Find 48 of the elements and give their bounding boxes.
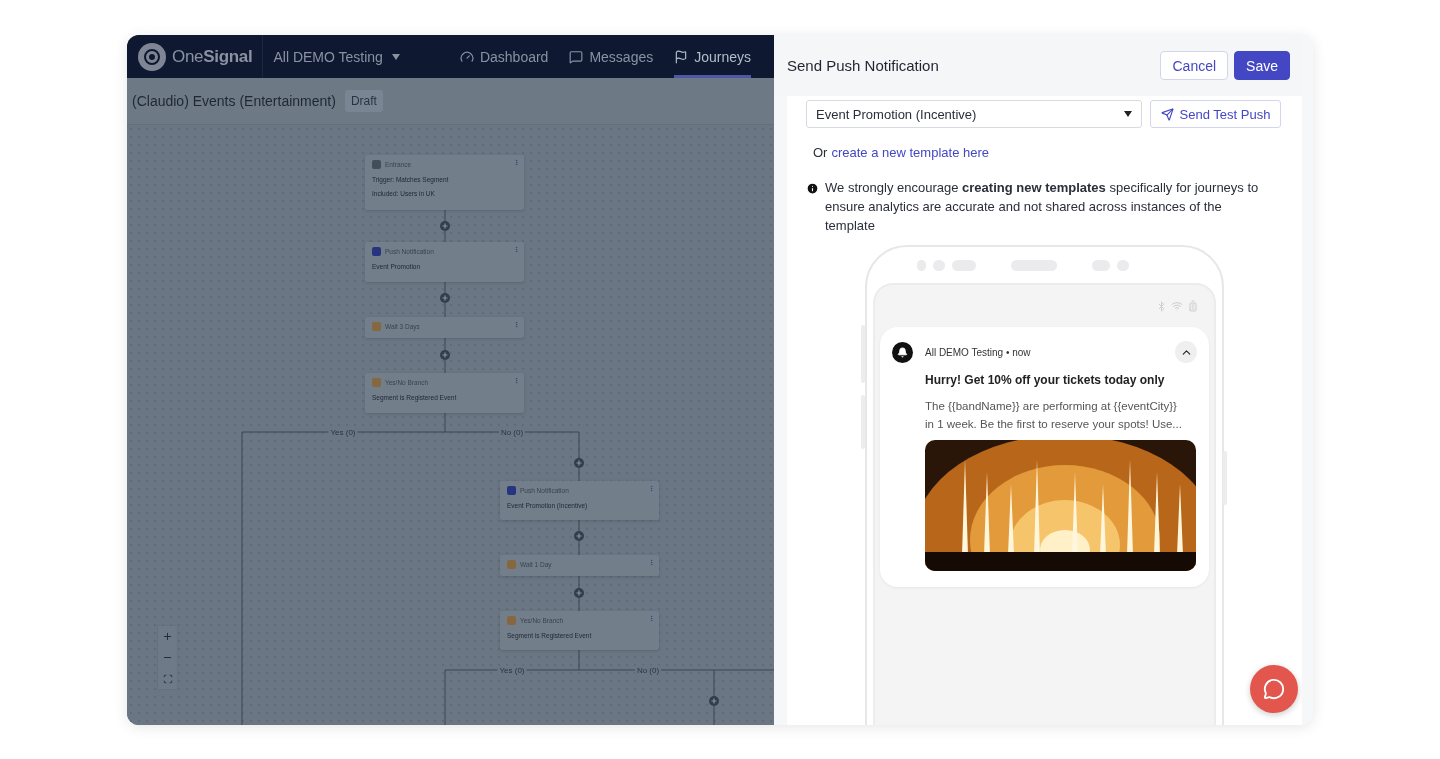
create-template-link[interactable]: create a new template here	[831, 145, 989, 160]
notification-app: All DEMO Testing • now	[925, 346, 1032, 358]
chat-icon	[1263, 678, 1285, 700]
notification-body: The {{bandName}} are performing at {{eventCity}} in 1 week. Be the first to reserve your spots! Use...	[925, 399, 1183, 432]
logo-text: OneSignal	[172, 46, 253, 67]
gauge-icon	[459, 49, 474, 64]
journey-title: (Claudio) Events (Entertainment)	[132, 93, 336, 109]
wifi-icon	[1171, 300, 1183, 312]
app-selector[interactable]: All DEMO Testing	[273, 48, 400, 65]
chat-button[interactable]	[1250, 665, 1298, 713]
template-select[interactable]: Event Promotion (Incentive)	[806, 100, 1142, 128]
cancel-button[interactable]: Cancel	[1160, 51, 1229, 80]
paper-plane-icon	[1160, 107, 1174, 121]
step-icon	[372, 322, 381, 331]
send-test-button[interactable]: Send Test Push	[1150, 100, 1281, 128]
step-icon	[372, 160, 381, 169]
add-step-icon[interactable]	[574, 588, 584, 598]
panel-title: Send Push Notification	[787, 57, 940, 74]
fit-view-icon	[162, 673, 173, 684]
add-step-icon[interactable]	[574, 531, 584, 541]
bell-glyph-icon	[897, 346, 908, 358]
step-icon	[372, 247, 381, 256]
step-icon	[507, 486, 516, 495]
status-badge: Draft	[344, 90, 383, 112]
add-step-icon[interactable]	[709, 696, 719, 706]
step-icon	[507, 560, 516, 569]
save-button[interactable]: Save	[1234, 51, 1290, 80]
message-icon	[569, 49, 584, 64]
step-icon	[507, 616, 516, 625]
link-prefix: Or	[813, 145, 828, 160]
notification-title: Hurry! Get 10% off your tickets today only	[925, 373, 1166, 387]
caret-icon	[391, 53, 400, 60]
nav-tab[interactable]: Dashboard	[459, 35, 549, 78]
collapse-button[interactable]	[1175, 341, 1197, 363]
add-step-icon[interactable]	[574, 458, 584, 468]
caret-icon	[1124, 111, 1132, 117]
add-step-icon[interactable]	[440, 221, 450, 231]
info-icon	[806, 182, 819, 195]
nav-tab[interactable]: Messages	[569, 35, 654, 78]
info-text: We strongly encourage creating new templates specifically for journeys to ensure analytics are accurate and not shared across instances of the template	[825, 179, 1260, 235]
bluetooth-icon	[1156, 300, 1167, 312]
battery-icon	[1187, 300, 1199, 312]
logo-icon	[138, 42, 166, 71]
add-step-icon[interactable]	[440, 350, 450, 360]
step-icon	[372, 378, 381, 387]
add-step-icon[interactable]	[440, 293, 450, 303]
plus-icon	[162, 631, 173, 642]
flag-icon	[674, 49, 689, 64]
